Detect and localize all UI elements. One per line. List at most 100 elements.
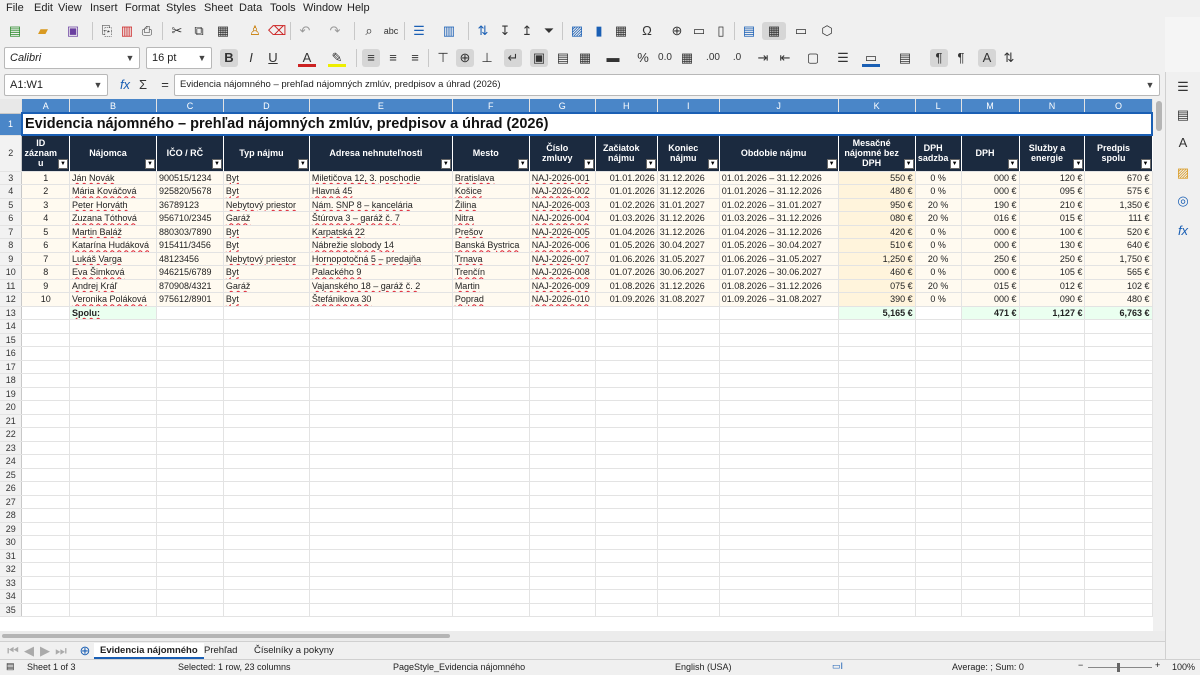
column-header-m[interactable]: M — [961, 99, 1020, 114]
empty-cell[interactable] — [156, 441, 224, 455]
empty-cell[interactable] — [529, 333, 596, 347]
data-cell[interactable]: Hornopotočná 5 – predajňa — [309, 252, 453, 266]
empty-cell[interactable] — [1084, 319, 1153, 334]
empty-cell[interactable] — [657, 346, 720, 361]
data-cell[interactable]: 670 € — [1084, 171, 1153, 185]
copy-icon[interactable]: ⧉ — [190, 22, 208, 40]
filter-dropdown-icon[interactable]: ▼ — [707, 158, 718, 169]
data-cell[interactable]: 111 € — [1084, 211, 1153, 226]
empty-cell[interactable] — [719, 414, 839, 428]
data-cell[interactable]: 01.06.2026 — [595, 252, 658, 266]
empty-cell[interactable] — [719, 549, 839, 563]
menu-icon[interactable]: ☰ — [1174, 78, 1192, 96]
empty-cell[interactable] — [309, 603, 453, 617]
empty-cell[interactable] — [69, 603, 157, 617]
empty-cell[interactable] — [657, 319, 720, 334]
empty-cell[interactable] — [719, 603, 839, 617]
vertical-scrollbar[interactable] — [1153, 99, 1165, 631]
print-icon[interactable]: ⎙ — [138, 22, 156, 40]
hyperlink-icon[interactable]: ⊕ — [668, 22, 686, 40]
data-cell[interactable]: 36789123 — [156, 198, 224, 212]
empty-cell[interactable] — [1084, 589, 1153, 604]
empty-cell[interactable] — [69, 427, 157, 442]
empty-cell[interactable] — [1084, 427, 1153, 442]
special-character-icon[interactable]: Ω — [638, 22, 656, 40]
empty-cell[interactable] — [961, 441, 1020, 455]
empty-cell[interactable] — [452, 481, 530, 496]
data-cell[interactable]: 925820/5678 — [156, 184, 224, 199]
row-header[interactable]: 1 — [0, 113, 23, 136]
empty-cell[interactable] — [156, 400, 224, 415]
menu-view[interactable]: View — [58, 2, 82, 14]
empty-cell[interactable] — [529, 400, 596, 415]
empty-cell[interactable] — [961, 333, 1020, 347]
empty-cell[interactable] — [719, 427, 839, 442]
column-header-b[interactable]: B — [69, 99, 157, 114]
tab-prehlad[interactable]: Prehľad — [198, 643, 243, 659]
empty-cell[interactable] — [1084, 468, 1153, 482]
empty-cell[interactable] — [1019, 576, 1086, 590]
empty-cell[interactable] — [1019, 454, 1086, 469]
empty-cell[interactable] — [69, 441, 157, 455]
wrap-text-icon[interactable]: ↵ — [504, 49, 522, 67]
column-header-k[interactable]: K — [838, 99, 916, 114]
data-cell[interactable]: NAJ-2026-001 — [529, 171, 596, 185]
empty-cell[interactable] — [452, 549, 530, 563]
data-cell[interactable]: 480 € — [1084, 292, 1153, 307]
zoom-out-icon[interactable]: − — [1078, 660, 1083, 670]
data-cell[interactable]: 120 € — [1019, 171, 1086, 185]
empty-cell[interactable] — [719, 508, 839, 523]
empty-cell[interactable] — [21, 522, 70, 536]
data-cell[interactable]: Nebytový priestor — [223, 198, 310, 212]
zoom-slider-thumb[interactable] — [1117, 663, 1120, 672]
conditional-format-icon[interactable]: ▤ — [896, 49, 914, 67]
empty-cell[interactable] — [915, 373, 962, 388]
empty-cell[interactable] — [156, 603, 224, 617]
align-left-icon[interactable]: ≡ — [362, 49, 380, 67]
empty-cell[interactable] — [452, 414, 530, 428]
data-cell[interactable]: 250 € — [961, 252, 1020, 266]
sum-info[interactable]: Average: ; Sum: 0 — [952, 662, 1024, 672]
data-cell[interactable]: 102 € — [1084, 279, 1153, 293]
empty-cell[interactable] — [915, 333, 962, 347]
empty-cell[interactable] — [529, 603, 596, 617]
data-cell[interactable]: 471 € — [961, 306, 1020, 320]
align-center-icon[interactable]: ≡ — [384, 49, 402, 67]
empty-cell[interactable] — [309, 508, 453, 523]
empty-cell[interactable] — [452, 454, 530, 469]
empty-cell[interactable] — [223, 495, 310, 509]
empty-cell[interactable] — [309, 346, 453, 361]
data-cell[interactable]: 2 — [21, 184, 70, 199]
empty-cell[interactable] — [1019, 373, 1086, 388]
column-title[interactable]: DPH ▼ — [961, 135, 1020, 172]
date-icon[interactable]: ▦ — [678, 49, 696, 67]
row-header[interactable]: 24 — [0, 454, 23, 469]
column-title[interactable]: Mesačné nájomné bez DPH ▼ — [838, 135, 916, 172]
data-cell[interactable]: Nitra — [452, 211, 530, 226]
filter-dropdown-icon[interactable]: ▼ — [1140, 158, 1151, 169]
vertical-text-icon[interactable]: ⇅ — [1000, 49, 1018, 67]
expand-formula-icon[interactable]: ▼ — [1141, 75, 1159, 95]
data-cell[interactable]: 10 — [21, 292, 70, 307]
header-footer-icon[interactable]: ▯ — [712, 22, 730, 40]
empty-cell[interactable] — [838, 441, 916, 455]
empty-cell[interactable] — [529, 427, 596, 442]
data-cell[interactable]: 20 % — [915, 198, 962, 212]
filter-dropdown-icon[interactable]: ▼ — [211, 158, 222, 169]
empty-cell[interactable] — [21, 549, 70, 563]
styles-icon[interactable]: A — [1174, 134, 1192, 152]
empty-cell[interactable] — [595, 495, 658, 509]
empty-cell[interactable] — [961, 535, 1020, 550]
empty-cell[interactable] — [657, 427, 720, 442]
empty-cell[interactable] — [452, 468, 530, 482]
empty-cell[interactable] — [309, 400, 453, 415]
filter-dropdown-icon[interactable]: ▼ — [1073, 158, 1084, 169]
empty-cell[interactable] — [961, 562, 1020, 577]
empty-cell[interactable] — [223, 346, 310, 361]
data-cell[interactable]: 915411/3456 — [156, 238, 224, 253]
column-header-i[interactable]: I — [657, 99, 720, 114]
empty-cell[interactable] — [156, 562, 224, 577]
empty-cell[interactable] — [156, 346, 224, 361]
empty-cell[interactable] — [21, 414, 70, 428]
increase-indent-icon[interactable]: ⇥ — [754, 49, 772, 67]
